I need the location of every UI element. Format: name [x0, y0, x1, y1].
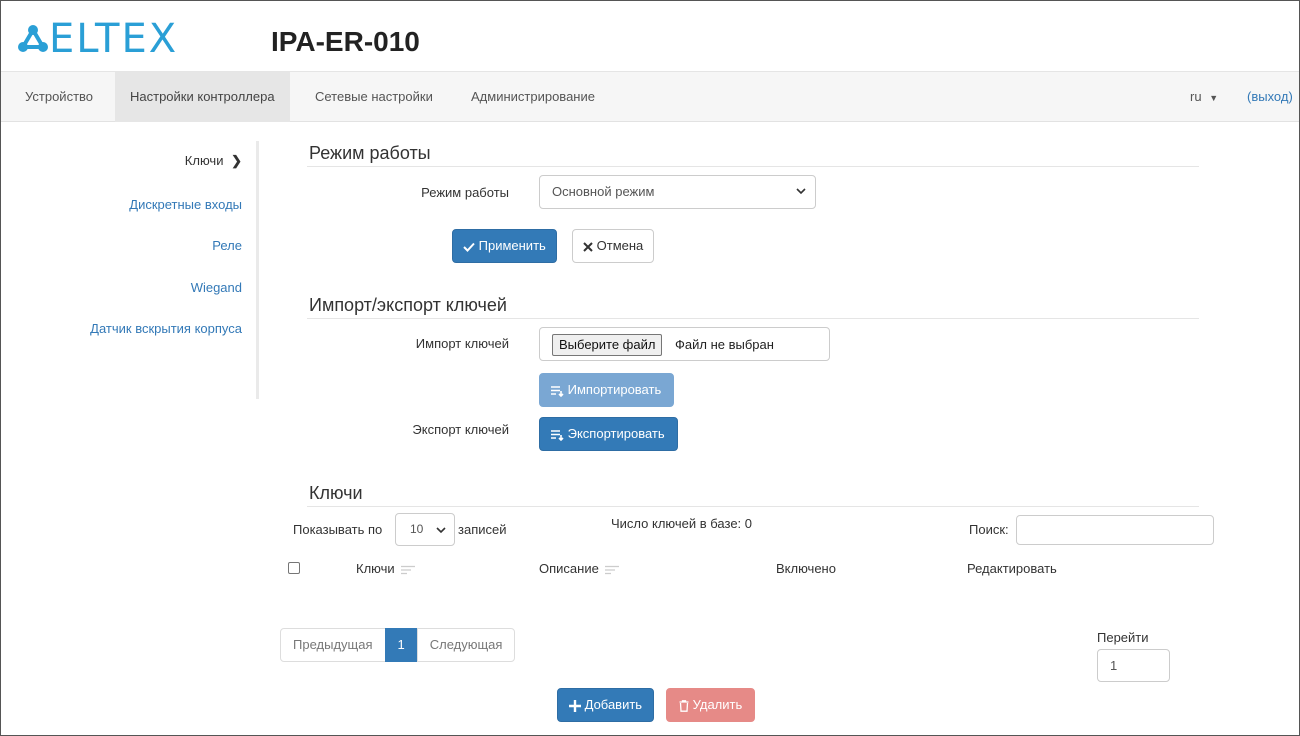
delete-button[interactable]: Удалить	[666, 688, 756, 722]
app-frame: ELTEX IPA-ER-010 Устройство Настройки ко…	[0, 0, 1300, 736]
nav-item-controller-settings[interactable]: Настройки контроллера	[115, 72, 290, 122]
column-header-keys[interactable]: Ключи	[356, 561, 416, 576]
sidebar-item-wiegand[interactable]: Wiegand	[191, 280, 242, 295]
file-input[interactable]: Выберите файл Файл не выбран	[539, 327, 830, 361]
section-divider	[307, 506, 1199, 507]
search-input[interactable]	[1016, 515, 1214, 545]
search-label: Поиск:	[969, 522, 1009, 537]
trash-icon	[679, 699, 689, 712]
cancel-button[interactable]: Отмена	[572, 229, 655, 263]
chevron-right-icon: ❯	[231, 153, 242, 168]
nav-item-device[interactable]: Устройство	[11, 72, 107, 122]
sidebar-item-discrete-inputs[interactable]: Дискретные входы	[129, 197, 242, 212]
language-dropdown[interactable]: ru ▼	[1190, 72, 1218, 122]
column-header-edit: Редактировать	[967, 561, 1057, 576]
import-button[interactable]: Импортировать	[539, 373, 675, 407]
plus-icon	[569, 699, 581, 712]
export-button[interactable]: Экспортировать	[539, 417, 678, 451]
keys-count: Число ключей в базе: 0	[611, 516, 753, 531]
pagination: Предыдущая 1 Следующая	[280, 628, 516, 662]
section-divider	[307, 318, 1199, 319]
nav-item-administration[interactable]: Администрирование	[457, 72, 609, 122]
section-divider	[307, 166, 1199, 167]
header: ELTEX IPA-ER-010	[1, 1, 1299, 71]
import-label: Импорт ключей	[415, 336, 509, 351]
chevron-down-icon	[436, 527, 446, 534]
section-title-keys: Ключи	[309, 483, 363, 503]
export-button-label: Экспортировать	[567, 426, 665, 441]
top-navbar: Устройство Настройки контроллера Сетевые…	[1, 71, 1299, 122]
column-header-enabled: Включено	[776, 561, 836, 576]
logout-link[interactable]: (выход)	[1247, 72, 1293, 122]
add-button[interactable]: Добавить	[557, 688, 655, 722]
list-export-icon	[551, 429, 564, 441]
sort-icon	[605, 565, 620, 574]
section-title-import-export: Импорт/экспорт ключей	[309, 295, 507, 315]
export-label: Экспорт ключей	[412, 422, 509, 437]
close-icon	[583, 241, 593, 252]
device-title: IPA-ER-010	[271, 26, 420, 57]
eltex-logo-icon	[18, 25, 48, 52]
mode-select[interactable]: Основной режим	[539, 175, 816, 209]
page-size-select[interactable]: 10	[395, 513, 455, 546]
logo-text: ELTEX	[49, 16, 179, 62]
sidebar-item-label: Ключи	[184, 153, 224, 168]
sidebar-item-tamper-sensor[interactable]: Датчик вскрытия корпуса	[90, 321, 242, 336]
mode-label: Режим работы	[421, 185, 509, 200]
caret-down-icon: ▼	[1209, 93, 1219, 103]
import-button-label: Импортировать	[567, 382, 662, 397]
file-status: Файл не выбран	[675, 337, 774, 352]
pagination-previous[interactable]: Предыдущая	[280, 628, 386, 662]
check-icon	[463, 242, 475, 252]
eltex-logo: ELTEX	[17, 19, 178, 59]
list-import-icon	[551, 385, 564, 397]
page-size-value: 10	[410, 522, 424, 536]
sidebar: Ключи ❯ Дискретные входы Реле Wiegand Да…	[1, 141, 259, 399]
cancel-button-label: Отмена	[596, 238, 644, 253]
column-header-description[interactable]: Описание	[539, 561, 620, 576]
delete-button-label: Удалить	[692, 697, 743, 712]
pagination-next[interactable]: Следующая	[416, 628, 516, 662]
add-button-label: Добавить	[584, 697, 643, 712]
goto-label: Перейти	[1097, 630, 1149, 645]
language-label: ru	[1190, 89, 1202, 104]
apply-button-label: Применить	[478, 238, 546, 253]
goto-page-input[interactable]	[1097, 649, 1170, 682]
nav-item-network-settings[interactable]: Сетевые настройки	[301, 72, 447, 122]
choose-file-button[interactable]: Выберите файл	[552, 334, 663, 356]
sort-icon	[401, 565, 416, 574]
column-header-label: Ключи	[356, 561, 395, 576]
chevron-down-icon	[796, 176, 806, 209]
apply-button[interactable]: Применить	[452, 229, 557, 263]
select-all-checkbox[interactable]	[288, 562, 300, 574]
page-size-suffix: записей	[458, 522, 507, 537]
mode-select-value: Основной режим	[552, 184, 655, 199]
column-header-label: Описание	[539, 561, 599, 576]
section-title-mode: Режим работы	[309, 143, 431, 163]
sidebar-item-keys[interactable]: Ключи ❯	[185, 153, 242, 169]
page-size-prefix: Показывать по	[293, 522, 383, 537]
sidebar-item-relay[interactable]: Реле	[212, 238, 242, 253]
pagination-page-1[interactable]: 1	[384, 628, 418, 662]
